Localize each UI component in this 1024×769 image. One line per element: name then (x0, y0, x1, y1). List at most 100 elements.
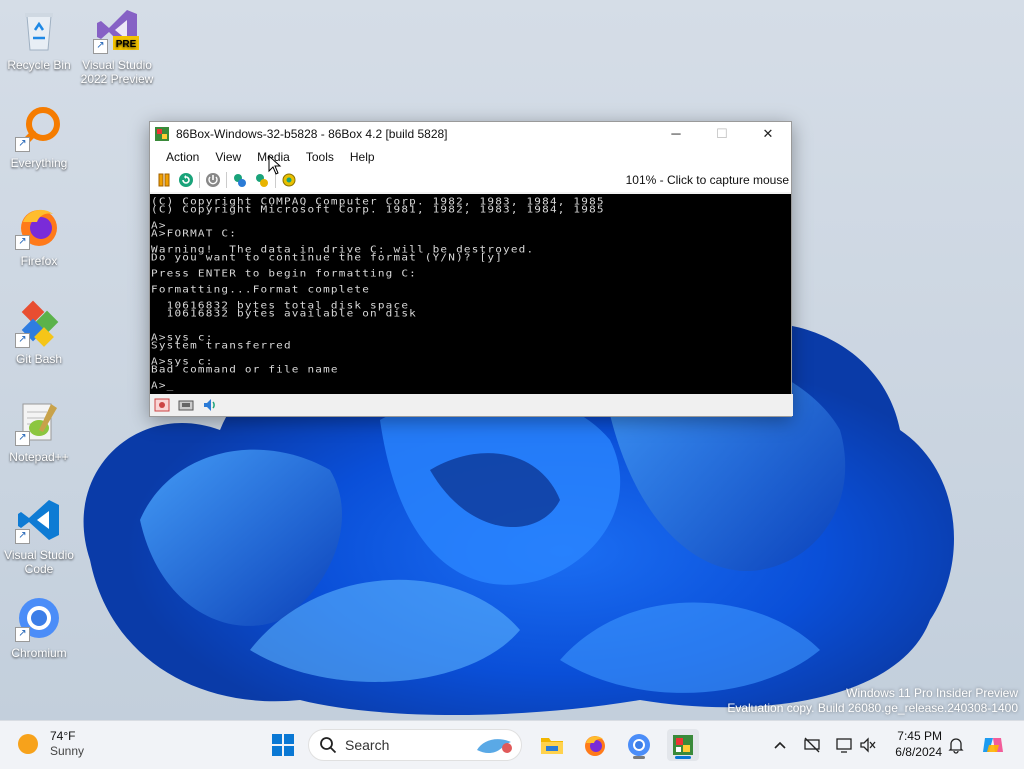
terminal-line: A>_ (151, 379, 175, 391)
taskbar: 74°F Sunny Search 7:45 PM 6/8/2024 (0, 720, 1024, 769)
svg-text:PRE: PRE (116, 39, 137, 50)
windows-logo-icon (272, 734, 294, 756)
firefox-icon (585, 736, 605, 756)
desktop-icon-chromium[interactable]: ↗ Chromium (1, 594, 77, 660)
taskbar-firefox[interactable] (579, 729, 611, 761)
watermark-build: Evaluation copy. Build 26080.ge_release.… (727, 701, 1018, 715)
hard-reset-button[interactable] (175, 169, 197, 191)
toolbar: 101% - Click to capture mouse (150, 168, 791, 192)
clock-date: 6/8/2024 (895, 745, 942, 759)
menu-help[interactable]: Help (342, 146, 383, 168)
tray-sound-button[interactable] (858, 735, 878, 755)
desktop-icon-label: Recycle Bin (7, 58, 71, 72)
toolbar-separator (199, 172, 200, 188)
taskbar-86box[interactable] (667, 729, 699, 761)
windows-evaluation-watermark: Windows 11 Pro Insider Preview Evaluatio… (727, 686, 1018, 716)
mouse-capture-status: 101% - Click to capture mouse (625, 173, 789, 187)
pause-icon (158, 173, 170, 187)
terminal-line: A>FORMAT C: (151, 227, 238, 239)
tray-display-button[interactable] (834, 735, 854, 755)
watermark-edition: Windows 11 Pro Insider Preview (846, 686, 1018, 700)
power-icon (206, 173, 220, 187)
start-button[interactable] (267, 729, 299, 761)
weather-widget[interactable]: 74°F Sunny (18, 729, 84, 759)
sun-weather-icon (18, 734, 38, 754)
folder-icon (541, 738, 563, 754)
close-button[interactable]: ✕ (745, 122, 791, 146)
taskbar-file-explorer[interactable] (536, 729, 568, 761)
pause-button[interactable] (153, 169, 175, 191)
desktop-icon-notepad-plus-plus[interactable]: ↗ Notepad++ (1, 398, 77, 464)
maximize-button[interactable]: ☐ (699, 122, 745, 146)
ctrl-alt-del-button[interactable] (229, 169, 251, 191)
terminal-line: Press ENTER to begin formatting C: (151, 267, 417, 279)
running-indicator (633, 756, 645, 759)
network-disconnected-icon (804, 737, 820, 753)
terminal-line: 10616832 bytes available on disk (151, 307, 417, 319)
desktop-icon-git-bash[interactable]: ↗ Git Bash (1, 300, 77, 366)
terminal-line: (C) Copyright Microsoft Corp. 1981, 1982… (151, 203, 605, 215)
hard-disk-icon (154, 398, 170, 412)
speaker-muted-icon (860, 737, 876, 753)
emulator-window[interactable]: 86Box-Windows-32-b5828 - 86Box 4.2 [buil… (149, 121, 793, 417)
network-card-icon (178, 400, 194, 411)
everything-search-icon: ↗ (15, 104, 63, 152)
menu-action[interactable]: Action (158, 146, 207, 168)
hard-disk-status-button[interactable] (152, 396, 172, 414)
terminal-line: A> (151, 219, 167, 231)
menu-tools[interactable]: Tools (298, 146, 342, 168)
menu-view[interactable]: View (207, 146, 249, 168)
shortcut-arrow-icon: ↗ (15, 431, 30, 446)
title-bar[interactable]: 86Box-Windows-32-b5828 - 86Box 4.2 [buil… (150, 122, 791, 146)
acpi-shutdown-button[interactable] (202, 169, 224, 191)
network-status-button[interactable] (176, 396, 196, 414)
shortcut-arrow-icon: ↗ (15, 235, 30, 250)
clock-time: 7:45 PM (897, 729, 942, 743)
taskbar-search-box[interactable]: Search (308, 729, 522, 761)
show-hidden-icons-button[interactable] (770, 735, 790, 755)
mouse-cursor-icon (268, 155, 282, 175)
desktop-icon-firefox[interactable]: ↗ Firefox (1, 202, 77, 268)
search-placeholder: Search (345, 737, 390, 753)
shortcut-arrow-icon: ↗ (15, 627, 30, 642)
desktop-icon-everything[interactable]: ↗ Everything (1, 104, 77, 170)
emulated-dos-screen[interactable]: (C) Copyright COMPAQ Computer Corp. 1982… (150, 194, 791, 394)
notifications-button[interactable] (946, 735, 966, 755)
shortcut-arrow-icon: ↗ (15, 333, 30, 348)
search-highlight-icon (477, 739, 512, 754)
window-title: 86Box-Windows-32-b5828 - 86Box 4.2 [buil… (176, 127, 448, 141)
tray-network-button[interactable] (802, 735, 822, 755)
terminal-line: Do you want to continue the format (Y/N)… (151, 251, 504, 263)
desktop-icon-label: Firefox (20, 254, 58, 268)
minimize-button[interactable]: ─ (653, 122, 699, 146)
copilot-button[interactable] (980, 735, 1006, 755)
shortcut-arrow-icon: ↗ (15, 529, 30, 544)
speaker-icon (204, 399, 215, 411)
desktop-icon-visual-studio-preview[interactable]: PRE ↗ Visual Studio 2022 Preview (79, 6, 155, 86)
menu-bar: Action View Media Tools Help (150, 146, 791, 168)
desktop-icon-label: Notepad++ (9, 450, 69, 464)
desktop-icon-recycle-bin[interactable]: Recycle Bin (1, 6, 77, 72)
taskbar-clock[interactable]: 7:45 PM 6/8/2024 (888, 728, 942, 760)
recycle-bin-icon (15, 6, 63, 54)
terminal-line: System transferred (151, 339, 292, 351)
desktop-icon-label: Everything (10, 156, 68, 170)
86box-app-icon (155, 127, 169, 141)
weather-temperature: 74°F (50, 729, 76, 743)
bell-icon (948, 738, 964, 754)
ctrl-alt-del-icon (234, 174, 246, 187)
taskbar-chromium[interactable] (623, 729, 655, 761)
status-bar (150, 394, 793, 416)
terminal-line: Bad command or file name (151, 363, 339, 375)
sound-status-button[interactable] (200, 396, 220, 414)
chromium-icon (628, 734, 650, 756)
copilot-icon (983, 738, 1003, 752)
desktop-icon-vscode[interactable]: ↗ Visual Studio Code (1, 496, 77, 576)
toolbar-separator (226, 172, 227, 188)
firefox-icon: ↗ (15, 202, 63, 250)
visual-studio-preview-icon: PRE ↗ (93, 6, 141, 54)
